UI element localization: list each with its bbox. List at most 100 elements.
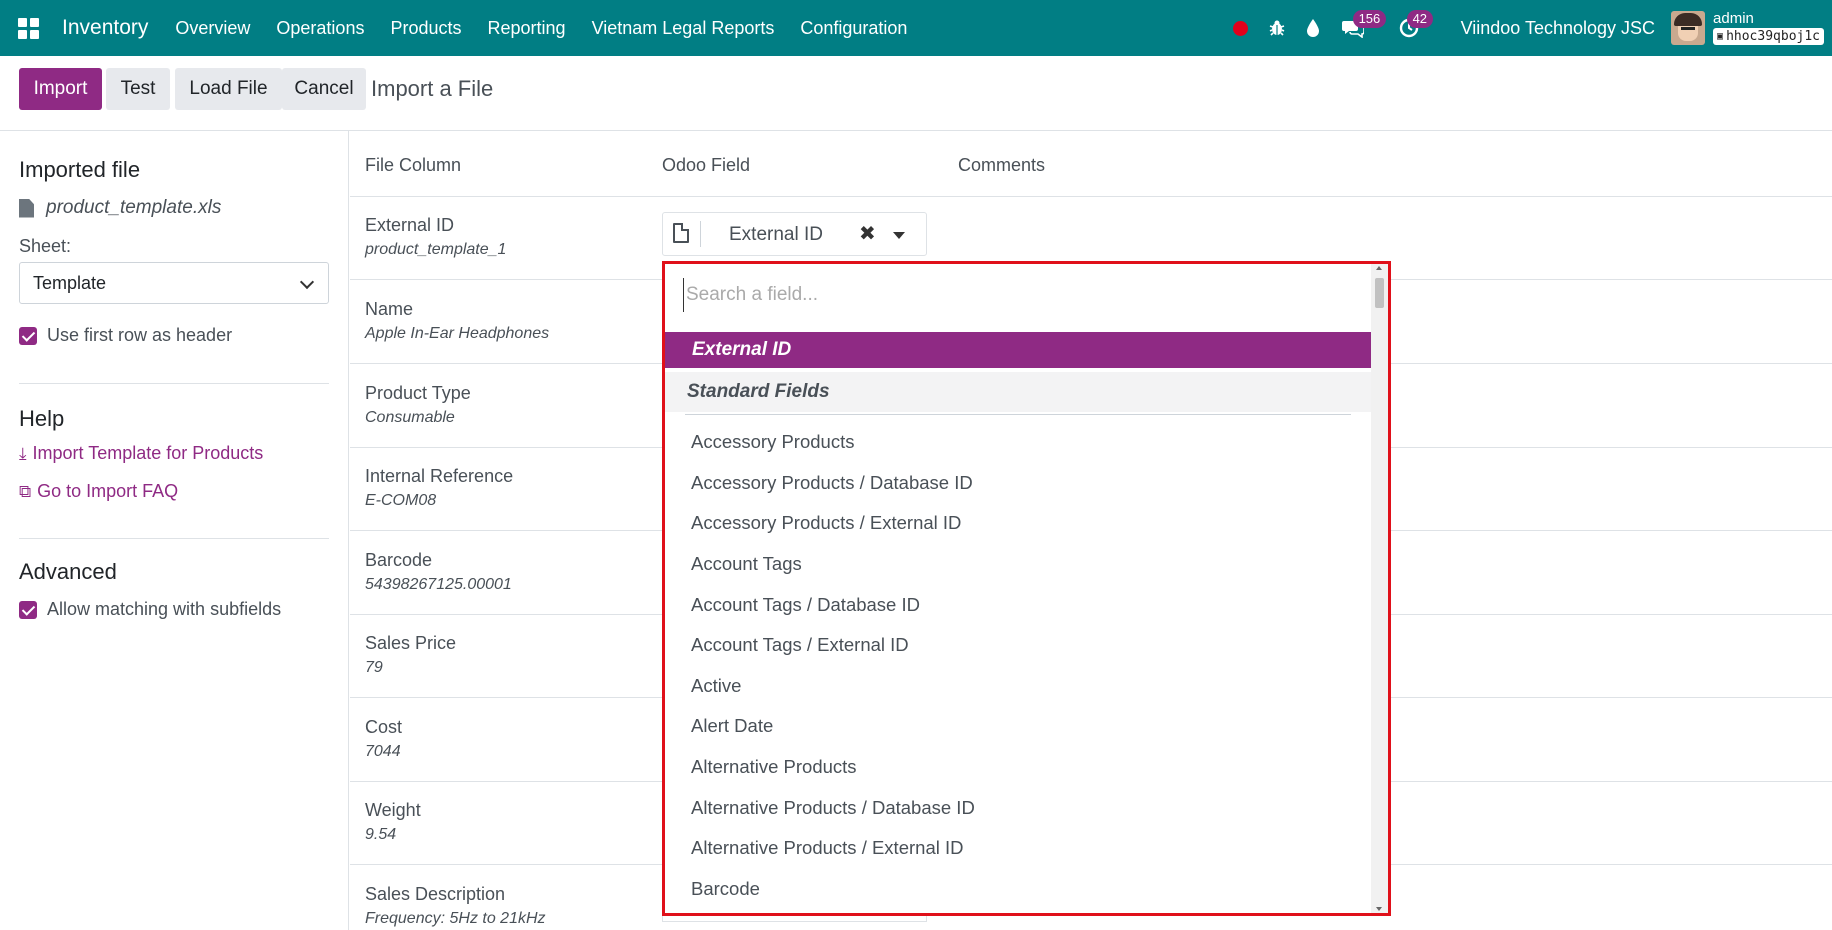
app-name[interactable]: Inventory — [62, 16, 148, 40]
column-sample: Frequency: 5Hz to 21kHz — [365, 910, 546, 927]
database-name: hhoc39qboj1c — [1726, 29, 1820, 44]
column-name: Name — [365, 299, 414, 319]
dropdown-option[interactable]: Account Tags / External ID — [665, 625, 1371, 666]
dropdown-option[interactable]: Account Tags — [665, 544, 1371, 585]
activities-badge: 42 — [1406, 10, 1434, 28]
dropdown-option[interactable]: Alert Date — [665, 706, 1371, 747]
control-panel: Import Test Load File Cancel Import a Fi… — [0, 56, 1832, 131]
menu-configuration[interactable]: Configuration — [787, 0, 920, 56]
column-sample: 7044 — [365, 743, 401, 760]
file-icon — [19, 198, 34, 218]
dropdown-option[interactable]: Barcode — [665, 869, 1371, 910]
activities-icon[interactable]: 42 — [1383, 0, 1435, 56]
page-title: Import a File — [371, 76, 494, 101]
download-icon: ⤓ — [19, 443, 27, 463]
column-name: Barcode — [365, 550, 433, 570]
column-name: Sales Description — [365, 884, 506, 904]
menu-reporting[interactable]: Reporting — [475, 0, 579, 56]
menu-overview[interactable]: Overview — [162, 0, 263, 56]
menu-operations[interactable]: Operations — [263, 0, 377, 56]
use-first-row-checkbox[interactable] — [19, 326, 37, 345]
import-options-sidebar: Imported file product_template.xls Sheet… — [0, 131, 349, 930]
help-heading: Help — [19, 406, 65, 431]
record-icon[interactable] — [1223, 0, 1259, 56]
dropdown-option-selected[interactable]: External ID — [665, 332, 1371, 368]
messages-icon[interactable]: 156 — [1331, 0, 1387, 56]
odoo-field-select[interactable]: External ID ✖ — [662, 212, 927, 256]
allow-subfields-option[interactable]: Allow matching with subfields — [19, 599, 281, 620]
user-menu[interactable]: admin ▣ hhoc39qboj1c — [1713, 11, 1824, 45]
import-template-link[interactable]: ⤓ Import Template for Products — [19, 443, 263, 464]
import-template-label: Import Template for Products — [32, 443, 264, 463]
test-button[interactable]: Test — [106, 68, 170, 110]
column-name: Sales Price — [365, 633, 457, 653]
cancel-button[interactable]: Cancel — [282, 68, 366, 110]
divider — [700, 221, 701, 247]
import-faq-label: Go to Import FAQ — [37, 481, 179, 501]
caret-down-icon[interactable] — [893, 232, 905, 239]
company-switcher[interactable]: Viindoo Technology JSC — [1461, 18, 1655, 39]
app-menu-icon[interactable] — [0, 0, 56, 56]
imported-file-name: product_template.xls — [19, 197, 221, 219]
allow-subfields-checkbox[interactable] — [19, 600, 37, 619]
scrollbar-thumb[interactable] — [1375, 278, 1384, 308]
main-menu: Overview Operations Products Reporting V… — [162, 0, 920, 56]
divider — [685, 414, 1351, 415]
use-first-row-option[interactable]: Use first row as header — [19, 325, 232, 346]
bug-icon[interactable] — [1259, 0, 1295, 56]
column-name: Product Type — [365, 383, 471, 403]
dropdown-option[interactable]: Alternative Products — [665, 747, 1371, 788]
column-sample: 9.54 — [365, 826, 397, 843]
document-icon — [673, 223, 689, 243]
dropdown-option[interactable]: Account Tags / Database ID — [665, 584, 1371, 625]
import-button[interactable]: Import — [19, 68, 102, 110]
dropdown-option[interactable]: Alternative Products / Database ID — [665, 787, 1371, 828]
top-navbar: Inventory Overview Operations Products R… — [0, 0, 1832, 56]
sheet-select[interactable]: Template — [19, 262, 329, 304]
column-sample: 54398267125.00001 — [365, 576, 512, 593]
header-file-column: File Column — [365, 155, 462, 175]
column-sample: 79 — [365, 659, 383, 676]
messages-badge: 156 — [1352, 10, 1387, 28]
selected-field-value: External ID — [729, 224, 823, 245]
dropdown-option[interactable]: Accessory Products / Database ID — [665, 463, 1371, 504]
dropdown-scrollbar[interactable] — [1371, 264, 1388, 913]
clear-icon[interactable]: ✖ — [859, 221, 876, 246]
divider — [19, 383, 329, 384]
sheet-value: Template — [33, 272, 107, 293]
user-name: admin — [1713, 10, 1754, 27]
menu-vietnam-legal-reports[interactable]: Vietnam Legal Reports — [579, 0, 788, 56]
menu-products[interactable]: Products — [377, 0, 474, 56]
header-comments: Comments — [958, 155, 1046, 175]
database-badge: ▣ hhoc39qboj1c — [1713, 28, 1824, 45]
imported-file-heading: Imported file — [19, 157, 141, 182]
systray: 156 42 Viindoo Technology JSC admin ▣ hh… — [1223, 0, 1832, 56]
option-group-label: Standard Fields — [665, 372, 1371, 412]
column-name: Internal Reference — [365, 466, 514, 486]
import-faq-link[interactable]: ⧉ Go to Import FAQ — [19, 481, 178, 502]
field-search-dropdown: Search a field... External ID Standard F… — [662, 261, 1391, 916]
column-sample: E-COM08 — [365, 492, 437, 509]
sheet-label: Sheet: — [19, 236, 72, 256]
header-odoo-field: Odoo Field — [662, 155, 751, 175]
column-sample: Apple In-Ear Headphones — [365, 325, 550, 342]
scroll-down-icon[interactable] — [1376, 907, 1382, 911]
dropdown-option[interactable]: Alternative Products / External ID — [665, 828, 1371, 869]
dropdown-option[interactable]: Active — [665, 666, 1371, 707]
field-search-input[interactable]: Search a field... — [683, 278, 1363, 312]
use-first-row-label: Use first row as header — [47, 325, 233, 345]
chevron-down-icon — [299, 274, 315, 290]
advanced-heading: Advanced — [19, 559, 117, 584]
column-sample: Consumable — [365, 409, 455, 426]
column-name: Weight — [365, 800, 421, 820]
allow-subfields-label: Allow matching with subfields — [47, 599, 282, 619]
load-file-button[interactable]: Load File — [175, 68, 282, 110]
drop-icon[interactable] — [1295, 0, 1331, 56]
dropdown-option[interactable]: Accessory Products — [665, 422, 1371, 463]
scroll-up-icon[interactable] — [1376, 266, 1382, 270]
column-name: Cost — [365, 717, 403, 737]
user-avatar[interactable] — [1671, 11, 1706, 45]
column-name: External ID — [365, 215, 455, 235]
dropdown-option[interactable]: Accessory Products / External ID — [665, 503, 1371, 544]
database-icon: ▣ — [1717, 30, 1724, 42]
